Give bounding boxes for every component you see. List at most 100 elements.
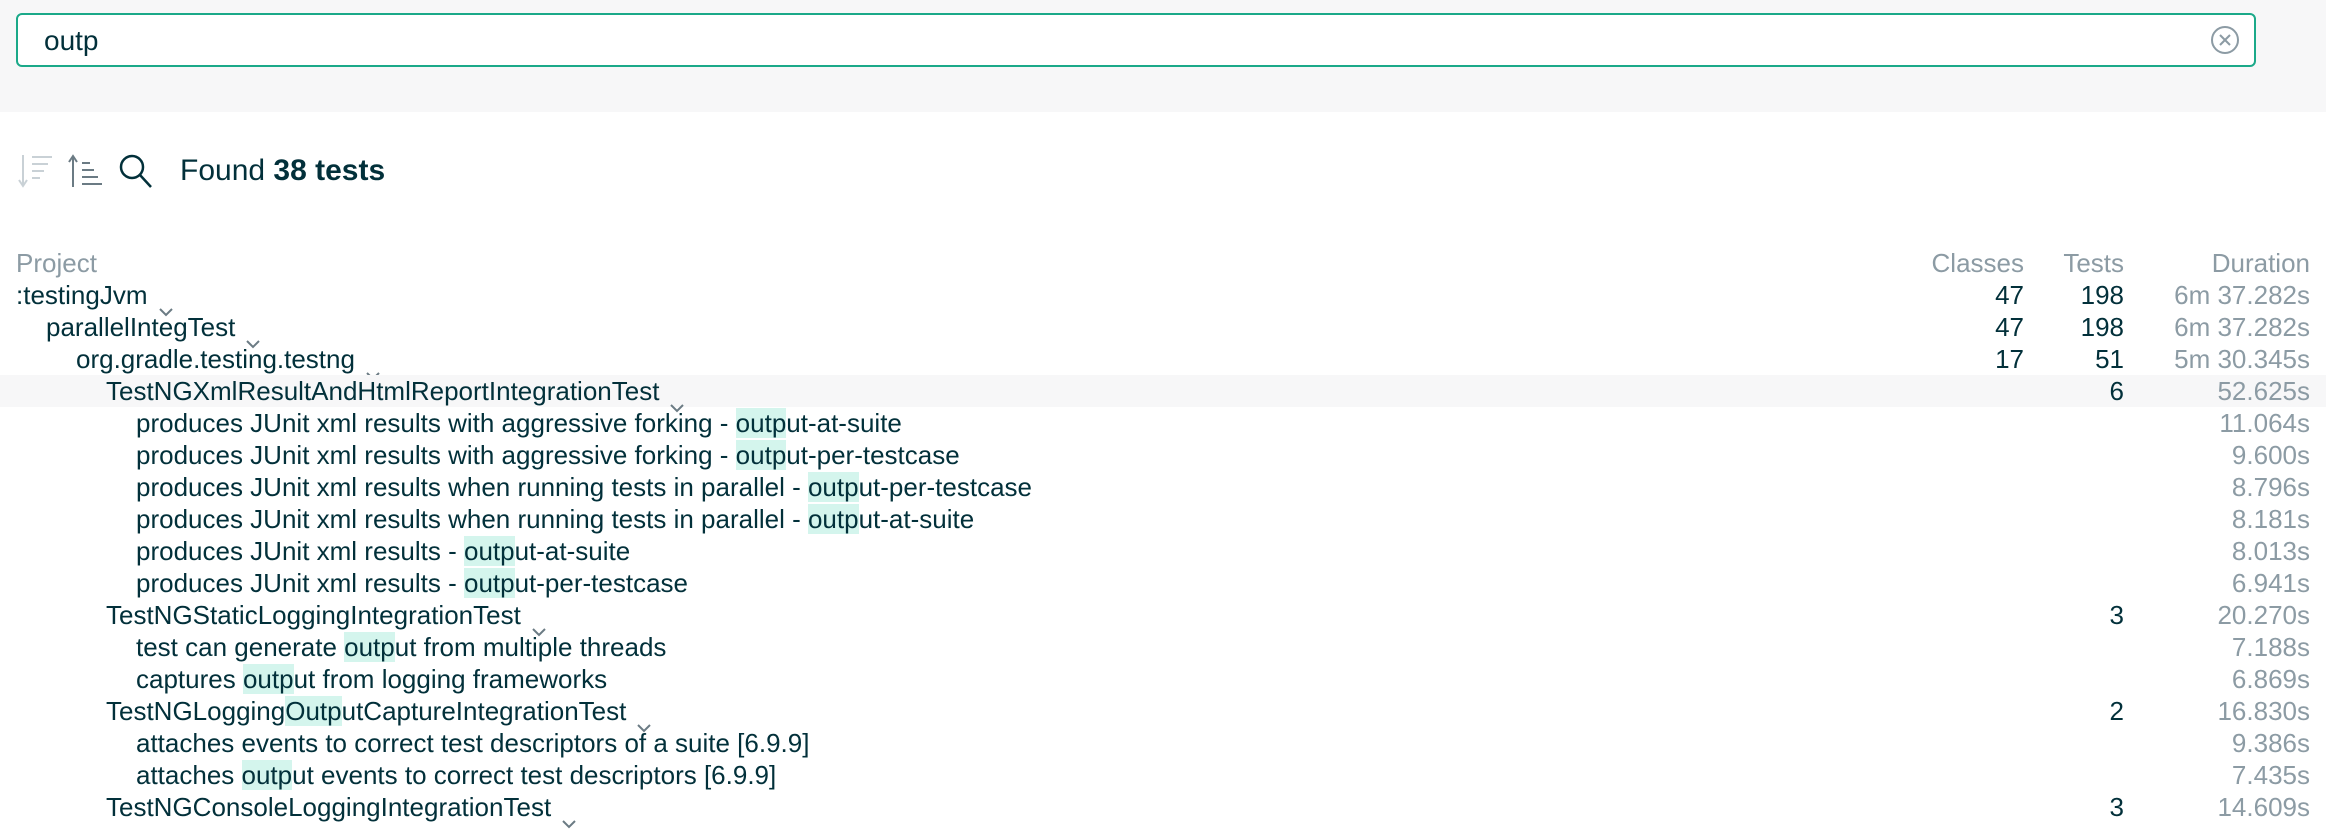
- row-name-suffix: ut-at-suite: [514, 536, 631, 566]
- tree-node-row[interactable]: TestNGXmlResultAndHtmlReportIntegrationT…: [0, 375, 2326, 413]
- row-name: attaches output events to correct test d…: [136, 759, 776, 791]
- row-name-text: produces JUnit xml results -: [136, 568, 464, 598]
- clear-search-button[interactable]: [2210, 25, 2240, 55]
- column-header-tests[interactable]: Tests: [2063, 247, 2124, 279]
- column-header-project[interactable]: Project: [16, 247, 97, 279]
- row-name-suffix: ut events to correct test descriptors [6…: [292, 760, 777, 790]
- row-name-suffix: ut-per-testcase: [858, 472, 1032, 502]
- tests-cell: 2: [2109, 696, 2124, 726]
- duration-cell: 52.625s: [2217, 376, 2310, 406]
- row-name: TestNGConsoleLoggingIntegrationTest: [106, 791, 577, 829]
- test-row[interactable]: captures output from logging frameworks 6…: [0, 663, 2326, 695]
- chevron-down-icon[interactable]: [245, 324, 261, 349]
- tests-cell: 51: [2095, 344, 2124, 374]
- classes-cell: 47: [1995, 312, 2024, 342]
- row-name: produces JUnit xml results - output-at-s…: [136, 535, 630, 567]
- test-row[interactable]: produces JUnit xml results when running …: [0, 471, 2326, 503]
- search-match-highlight: outp: [463, 536, 515, 566]
- duration-cell: 6m 37.282s: [2174, 280, 2310, 310]
- test-row[interactable]: produces JUnit xml results - output-at-s…: [0, 535, 2326, 567]
- search-match-highlight: Outp: [285, 696, 342, 726]
- row-name: TestNGXmlResultAndHtmlReportIntegrationT…: [106, 375, 685, 413]
- chevron-down-icon[interactable]: [365, 356, 381, 381]
- tests-cell: 3: [2109, 600, 2124, 630]
- column-header-duration[interactable]: Duration: [2212, 247, 2310, 279]
- test-row[interactable]: produces JUnit xml results with aggressi…: [0, 439, 2326, 471]
- row-name-suffix: ut from multiple threads: [394, 632, 667, 662]
- tree-node-row[interactable]: parallelIntegTest 47 198 6m 37.282s: [0, 311, 2326, 349]
- row-name-text: TestNGLogging: [106, 696, 286, 726]
- duration-cell: 8.796s: [2231, 472, 2310, 502]
- row-name-text: attaches: [136, 760, 242, 790]
- duration-cell: 9.386s: [2231, 728, 2310, 758]
- duration-cell: 9.600s: [2231, 440, 2310, 470]
- duration-cell: 6.869s: [2231, 664, 2310, 694]
- column-header-classes[interactable]: Classes: [1932, 247, 2024, 279]
- sort-descending-button[interactable]: [16, 149, 56, 193]
- row-name: org.gradle.testing.testng: [76, 343, 381, 381]
- search-match-highlight: outp: [242, 664, 294, 694]
- row-name-suffix: ut-per-testcase: [786, 440, 960, 470]
- test-row[interactable]: produces JUnit xml results with aggressi…: [0, 407, 2326, 439]
- search-match-highlight: outp: [241, 760, 293, 790]
- chevron-down-icon[interactable]: [531, 612, 547, 637]
- row-name-text: test can generate: [136, 632, 345, 662]
- duration-cell: 16.830s: [2217, 696, 2310, 726]
- sort-ascending-button[interactable]: [66, 149, 106, 193]
- chevron-down-icon[interactable]: [561, 804, 577, 829]
- row-name-text: produces JUnit xml results when running …: [136, 472, 808, 502]
- row-name-text: produces JUnit xml results -: [136, 536, 464, 566]
- chevron-down-icon[interactable]: [636, 708, 652, 733]
- row-name: parallelIntegTest: [46, 311, 261, 349]
- row-name: produces JUnit xml results with aggressi…: [136, 407, 902, 439]
- row-name-suffix: utCaptureIntegrationTest: [341, 696, 627, 726]
- row-name: attaches events to correct test descript…: [136, 727, 809, 759]
- search-input[interactable]: [42, 15, 2196, 67]
- search-match-highlight: outp: [463, 568, 515, 598]
- sort-ascending-icon: [68, 154, 102, 187]
- row-name: TestNGLoggingOutputCaptureIntegrationTes…: [106, 695, 652, 733]
- row-name: produces JUnit xml results when running …: [136, 503, 974, 535]
- search-toggle-button[interactable]: [116, 149, 156, 193]
- test-row[interactable]: produces JUnit xml results when running …: [0, 503, 2326, 535]
- duration-cell: 8.181s: [2231, 504, 2310, 534]
- search-match-highlight: outp: [807, 504, 859, 534]
- classes-cell: 17: [1995, 344, 2024, 374]
- chevron-down-icon[interactable]: [158, 292, 174, 317]
- duration-cell: 7.188s: [2231, 632, 2310, 662]
- found-count-label: Found 38 tests: [180, 154, 386, 187]
- duration-cell: 6m 37.282s: [2174, 312, 2310, 342]
- tree-node-row[interactable]: :testingJvm 47 198 6m 37.282s: [0, 279, 2326, 317]
- search-match-highlight: outp: [735, 408, 787, 438]
- search-box[interactable]: [16, 13, 2256, 67]
- row-name-suffix: ut-at-suite: [858, 504, 975, 534]
- test-row[interactable]: produces JUnit xml results - output-per-…: [0, 567, 2326, 599]
- test-row[interactable]: attaches output events to correct test d…: [0, 759, 2326, 791]
- search-match-highlight: outp: [807, 472, 859, 502]
- row-name: :testingJvm: [16, 279, 174, 317]
- row-name-suffix: ut-per-testcase: [514, 568, 688, 598]
- search-match-highlight: outp: [344, 632, 395, 662]
- row-name-text: captures: [136, 664, 243, 694]
- search-icon: [119, 154, 152, 188]
- row-name-text: TestNGXmlResultAndHtmlReportIntegrationT…: [106, 376, 660, 406]
- test-row[interactable]: attaches events to correct test descript…: [0, 727, 2326, 759]
- duration-cell: 11.064s: [2219, 408, 2310, 438]
- tree-node-row[interactable]: TestNGLoggingOutputCaptureIntegrationTes…: [0, 695, 2326, 733]
- row-name: captures output from logging frameworks: [136, 663, 607, 695]
- tests-cell: 198: [2080, 280, 2124, 310]
- test-row[interactable]: test can generate output from multiple t…: [0, 631, 2326, 663]
- tree-node-row[interactable]: TestNGStaticLoggingIntegrationTest 3 20.27…: [0, 599, 2326, 637]
- tree-node-row[interactable]: TestNGConsoleLoggingIntegrationTest 3 14.6…: [0, 791, 2326, 829]
- row-name-text: parallelIntegTest: [46, 312, 236, 342]
- duration-cell: 7.435s: [2231, 760, 2310, 790]
- tests-cell: 3: [2109, 792, 2124, 822]
- duration-cell: 5m 30.345s: [2174, 344, 2310, 374]
- results-table: Project Classes Tests Duration :testingJ…: [0, 247, 2326, 829]
- search-match-highlight: outp: [735, 440, 787, 470]
- row-name-text: TestNGStaticLoggingIntegrationTest: [106, 600, 521, 630]
- row-name: test can generate output from multiple t…: [136, 631, 666, 663]
- chevron-down-icon[interactable]: [669, 388, 685, 413]
- tree-node-row[interactable]: org.gradle.testing.testng 17 51 5m 30.345s: [0, 343, 2326, 381]
- row-name: TestNGStaticLoggingIntegrationTest: [106, 599, 547, 637]
